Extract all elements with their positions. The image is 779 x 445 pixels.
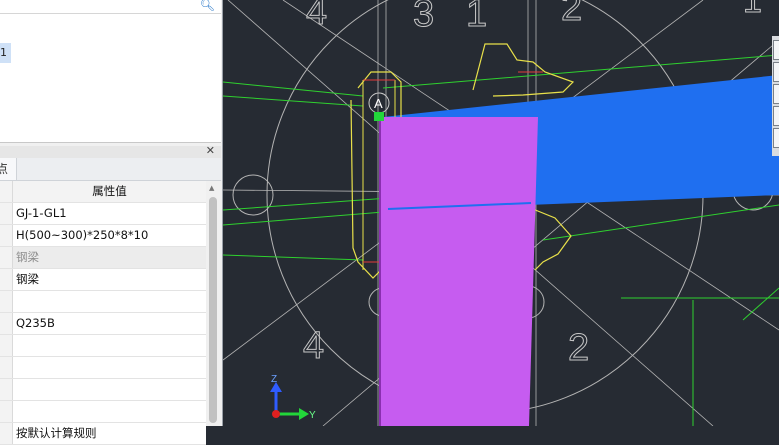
header-value-cell: 属性值: [13, 181, 206, 202]
z-axis-label: Z: [271, 374, 277, 385]
property-name-cell: [0, 269, 13, 290]
table-row[interactable]: [0, 335, 206, 357]
axis-number-4-bottom: 4: [303, 325, 324, 367]
property-value-cell[interactable]: [13, 291, 206, 312]
property-name-cell: [0, 401, 13, 422]
table-row[interactable]: 按默认计算规则: [0, 423, 206, 445]
property-name-cell: [0, 335, 13, 356]
table-row[interactable]: H(500~300)*250*8*10: [0, 225, 206, 247]
table-row[interactable]: GJ-1-GL1: [0, 203, 206, 225]
search-icon[interactable]: 🔍︎: [200, 0, 215, 12]
steel-column[interactable]: [380, 117, 538, 426]
property-value-cell[interactable]: GJ-1-GL1: [13, 203, 206, 224]
property-value-cell[interactable]: [13, 335, 206, 356]
property-name-cell: [0, 313, 13, 334]
property-value-cell[interactable]: Q235B: [13, 313, 206, 334]
properties-tab-bar: 点: [0, 158, 221, 181]
drawing-canvas[interactable]: 4 3 1 2 1 4 2 A Z Y: [222, 0, 779, 427]
left-panel: 🔍︎ 1 ✕ 点 属性值 GJ-1-GL1H(500~300)*250*8*10…: [0, 0, 223, 445]
property-name-cell: [0, 291, 13, 312]
table-header-row: 属性值: [0, 181, 206, 203]
properties-scrollbar[interactable]: ▲: [206, 181, 220, 426]
axis-number-2-bottom: 2: [568, 327, 589, 369]
properties-panel-header: ✕: [0, 144, 221, 158]
table-row[interactable]: [0, 401, 206, 423]
table-row[interactable]: 钢梁: [0, 269, 206, 291]
axis-number-3-top: 3: [413, 0, 434, 35]
axis-number-2-top: 2: [561, 0, 582, 29]
axis-number-1-top: 1: [466, 0, 487, 35]
tree-search-bar[interactable]: 🔍︎: [0, 0, 221, 14]
y-axis-label: Y: [309, 410, 316, 421]
view-tool-button-3[interactable]: [773, 84, 779, 104]
property-value-cell[interactable]: 按默认计算规则: [13, 423, 206, 444]
grip-handle[interactable]: [374, 112, 384, 121]
tab-properties[interactable]: 点: [0, 158, 17, 180]
property-value-cell[interactable]: [13, 357, 206, 378]
point-label: A: [374, 96, 383, 111]
view-tool-button-4[interactable]: [773, 106, 779, 126]
component-tree: 🔍︎ 1: [0, 0, 221, 143]
property-value-cell[interactable]: 钢梁: [13, 269, 206, 290]
property-value-cell[interactable]: 钢梁: [13, 247, 206, 268]
property-value-cell[interactable]: H(500~300)*250*8*10: [13, 225, 206, 246]
property-name-cell: [0, 247, 13, 268]
properties-table: 属性值 GJ-1-GL1 H(500~300)*250*8*10 钢梁 钢梁 Q235B…: [0, 181, 206, 445]
property-value-cell[interactable]: [13, 379, 206, 400]
property-name-cell: [0, 357, 13, 378]
table-row[interactable]: Q235B: [0, 313, 206, 335]
table-row[interactable]: [0, 379, 206, 401]
axis-origin: [272, 410, 280, 418]
view-tool-button-2[interactable]: [773, 62, 779, 82]
tree-item-selected[interactable]: 1: [0, 43, 11, 63]
property-name-cell: [0, 225, 13, 246]
property-name-cell: [0, 379, 13, 400]
table-row[interactable]: [0, 357, 206, 379]
property-name-cell: [0, 423, 13, 444]
header-name-cell: [0, 181, 13, 202]
table-row[interactable]: 钢梁: [0, 247, 206, 269]
scroll-up-arrow-icon[interactable]: ▲: [209, 184, 214, 192]
axis-number-1-right: 1: [743, 0, 762, 20]
scroll-thumb[interactable]: [209, 197, 217, 423]
view-tool-button-1[interactable]: [773, 40, 779, 60]
property-name-cell: [0, 203, 13, 224]
close-icon[interactable]: ✕: [206, 144, 215, 157]
table-row[interactable]: [0, 291, 206, 313]
model-view-svg[interactable]: 4 3 1 2 1 4 2 A Z Y: [222, 0, 779, 427]
view-toolbar: [772, 36, 779, 156]
axis-number-4-top: 4: [306, 0, 327, 33]
view-tool-button-5[interactable]: [773, 128, 779, 148]
property-value-cell[interactable]: [13, 401, 206, 422]
